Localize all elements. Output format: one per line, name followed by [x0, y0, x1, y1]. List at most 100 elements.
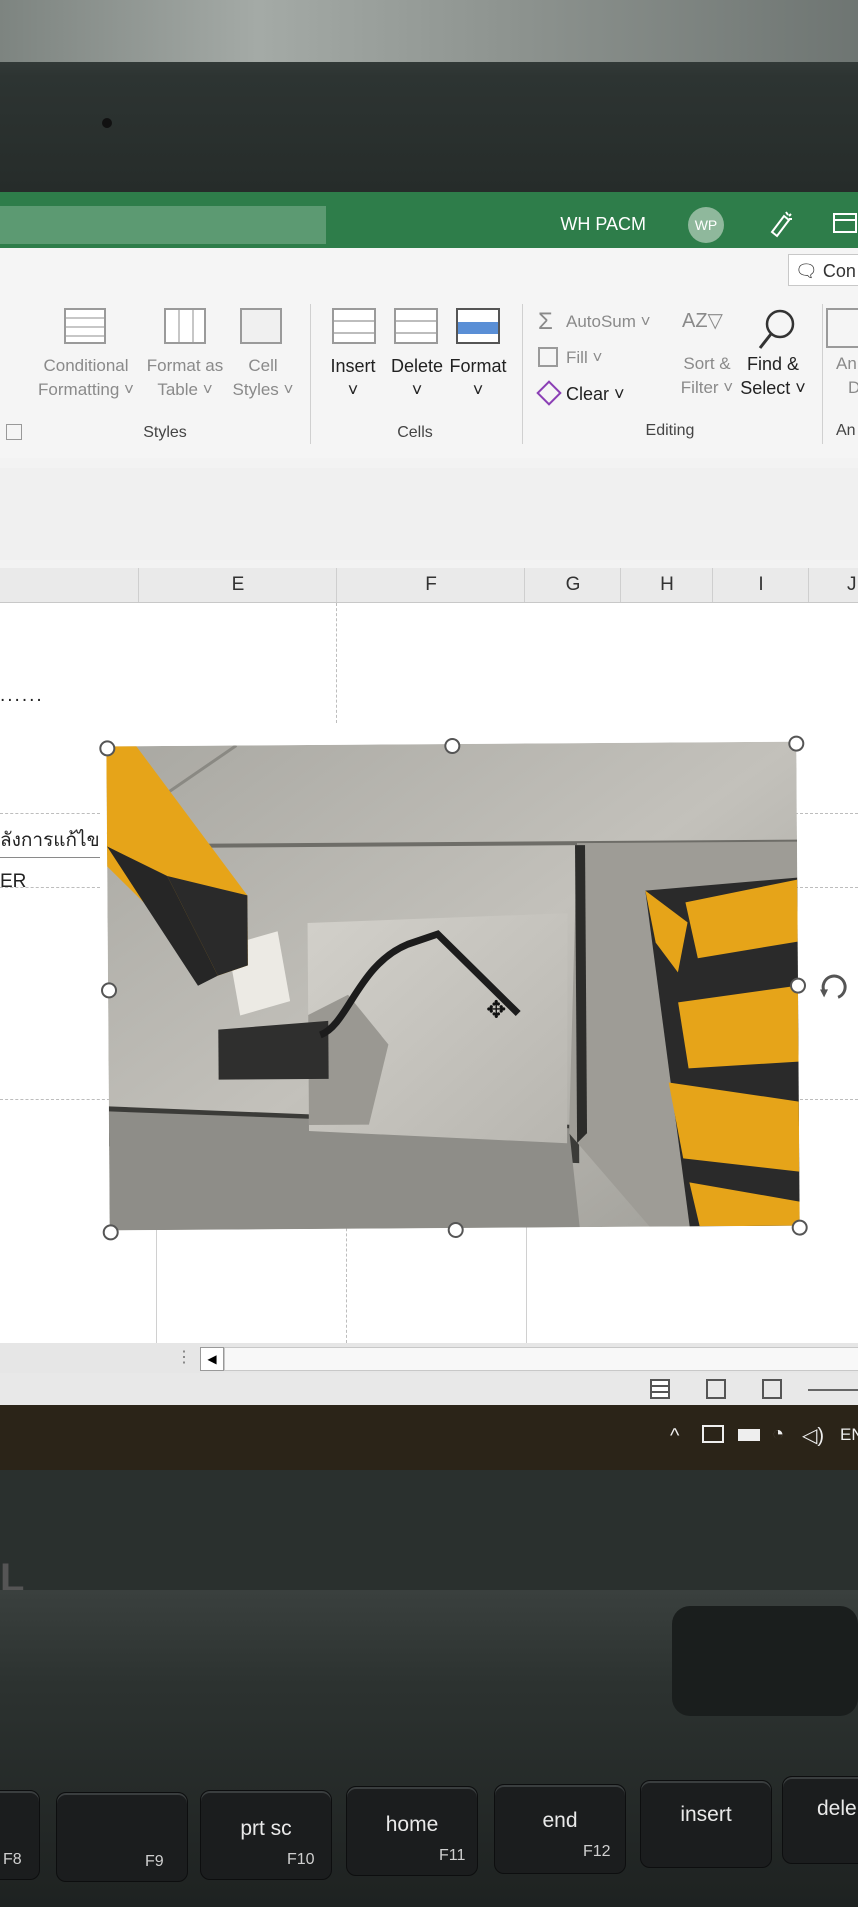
account-name: WH PACM: [560, 214, 646, 234]
format-as-table-button[interactable]: Format as Table ˅: [142, 308, 228, 418]
format-as-table-label-1: Format as: [146, 356, 224, 375]
column-header-g[interactable]: G: [524, 568, 621, 602]
key-home-fn: F11: [439, 1847, 466, 1864]
page-break-line: [790, 887, 858, 888]
cell-border: [0, 857, 100, 858]
key-f9[interactable]: F9: [56, 1792, 188, 1882]
column-header-i[interactable]: I: [712, 568, 809, 602]
column-header-h[interactable]: H: [620, 568, 713, 602]
horizontal-scrollbar[interactable]: [224, 1347, 858, 1371]
key-insert[interactable]: insert: [640, 1780, 772, 1868]
find-select-button[interactable]: Find & Select ˅: [734, 308, 812, 418]
avatar[interactable]: WP: [688, 207, 724, 243]
key-home-label: home: [385, 1813, 439, 1836]
key-prtsc[interactable]: prt sc F10: [200, 1790, 332, 1880]
insert-chevron: ˅: [347, 380, 359, 400]
fill-down-icon: [538, 347, 558, 367]
move-cursor-icon: ✥: [486, 996, 507, 1024]
sort-filter-label-2: Filter ˅: [680, 378, 734, 397]
comments-label: Con: [822, 261, 856, 281]
fill-label: Fill ˅: [566, 348, 603, 367]
styles-group-label: Styles: [143, 424, 187, 441]
resize-handle-right[interactable]: [789, 977, 807, 994]
cell-thai-text[interactable]: ลังการแก้ไข: [0, 825, 100, 855]
chevron-up-icon[interactable]: ^: [670, 1425, 679, 1448]
insert-cells-button[interactable]: Insert ˅: [322, 308, 384, 418]
page-break-line: [0, 813, 100, 814]
analyze-data-button[interactable]: An D: [826, 308, 858, 418]
webcam: [102, 118, 112, 128]
lower-bezel: L: [0, 1470, 858, 1600]
page-break-preview-icon[interactable]: [762, 1379, 782, 1399]
resize-handle-left[interactable]: [100, 982, 118, 999]
sheet-tab-splitter-icon[interactable]: ⋮: [176, 1347, 192, 1367]
key-delete[interactable]: dele: [782, 1776, 858, 1864]
search-box[interactable]: [0, 206, 326, 244]
cell-styles-button[interactable]: Cell Styles ˅: [228, 308, 298, 418]
cell-er-text[interactable]: ER: [0, 871, 26, 893]
sort-filter-icon: AZ▽: [682, 310, 723, 332]
insert-cells-icon: [332, 308, 376, 344]
page-layout-view-icon[interactable]: [706, 1379, 726, 1399]
conditional-formatting-button[interactable]: Conditional Formatting ˅: [30, 308, 142, 418]
autosum-label: AutoSum ˅: [566, 312, 651, 331]
column-header-e[interactable]: E: [138, 568, 337, 602]
autosum-button[interactable]: Σ AutoSum ˅: [538, 308, 668, 336]
key-f8[interactable]: F8: [0, 1790, 40, 1880]
page-break-line: [790, 1099, 858, 1100]
key-insert-label: insert: [680, 1803, 732, 1826]
delete-cells-button[interactable]: Delete ˅: [386, 308, 448, 418]
clear-label: Clear ˅: [566, 384, 625, 404]
title-bar: WH PACM WP: [0, 192, 858, 248]
resize-handle-top[interactable]: [444, 737, 461, 755]
column-headers: E F G H I J: [0, 568, 858, 603]
dialog-launcher-icon[interactable]: [6, 424, 22, 440]
format-chevron: ˅: [472, 380, 484, 400]
scroll-left-button[interactable]: ◀: [200, 1347, 224, 1371]
battery-icon[interactable]: [738, 1429, 760, 1441]
analysis-group-label: An: [836, 422, 856, 439]
editing-group-label: Editing: [645, 422, 695, 439]
resize-handle-top-left[interactable]: [99, 740, 116, 757]
key-end[interactable]: end F12: [494, 1784, 626, 1874]
eraser-icon: [536, 380, 562, 406]
resize-handle-bottom-left[interactable]: [102, 1224, 119, 1241]
resize-handle-bottom[interactable]: [447, 1221, 464, 1239]
touchpad-edge: [672, 1606, 858, 1716]
sort-filter-button[interactable]: AZ▽ Sort & Filter ˅: [672, 308, 742, 418]
inserted-picture[interactable]: ✥: [99, 735, 847, 1241]
zoom-slider[interactable]: [808, 1389, 858, 1391]
designer-pen-icon[interactable]: [764, 206, 798, 240]
column-header-f[interactable]: F: [336, 568, 525, 602]
cell-styles-label-1: Cell: [248, 356, 278, 375]
insert-label: Insert: [330, 356, 376, 376]
key-f9-fn: F9: [145, 1853, 164, 1870]
find-select-label-2: Select ˅: [740, 378, 806, 398]
normal-view-icon[interactable]: [650, 1379, 670, 1399]
clear-button[interactable]: Clear ˅: [536, 380, 638, 408]
comments-button[interactable]: 🗨 Con: [788, 254, 858, 286]
windows-taskbar: ^ ◔ ◁) EN: [0, 1405, 858, 1470]
speaker-icon[interactable]: ◁): [802, 1423, 824, 1448]
analyze-data-icon: [826, 308, 858, 348]
format-as-table-label-2: Table ˅: [157, 380, 213, 399]
ribbon-display-options-icon[interactable]: [832, 210, 858, 236]
horizontal-scroll-area: ⋮ ◀: [0, 1343, 858, 1373]
language-indicator[interactable]: EN: [840, 1425, 858, 1445]
keyboard-deck: F8 F9 prt sc F10 home F11 end F12 insert…: [0, 1590, 858, 1907]
delete-chevron: ˅: [411, 380, 423, 400]
rotate-handle-icon[interactable]: [816, 969, 850, 1003]
resize-handle-bottom-right[interactable]: [791, 1219, 808, 1236]
resize-handle-top-right[interactable]: [788, 735, 805, 752]
wifi-icon[interactable]: ◔: [772, 1423, 784, 1446]
column-header-j[interactable]: J: [808, 568, 858, 602]
cell-dots[interactable]: ......: [0, 685, 44, 707]
concrete-floor-photo: [106, 741, 800, 1231]
cell-border: [526, 1213, 527, 1343]
fill-button[interactable]: Fill ˅: [538, 344, 638, 372]
format-cells-button[interactable]: Format ˅: [446, 308, 510, 418]
key-f8-fn: F8: [3, 1851, 22, 1868]
meet-now-icon[interactable]: [702, 1425, 724, 1443]
key-home[interactable]: home F11: [346, 1786, 478, 1876]
comment-icon: 🗨: [795, 261, 823, 281]
